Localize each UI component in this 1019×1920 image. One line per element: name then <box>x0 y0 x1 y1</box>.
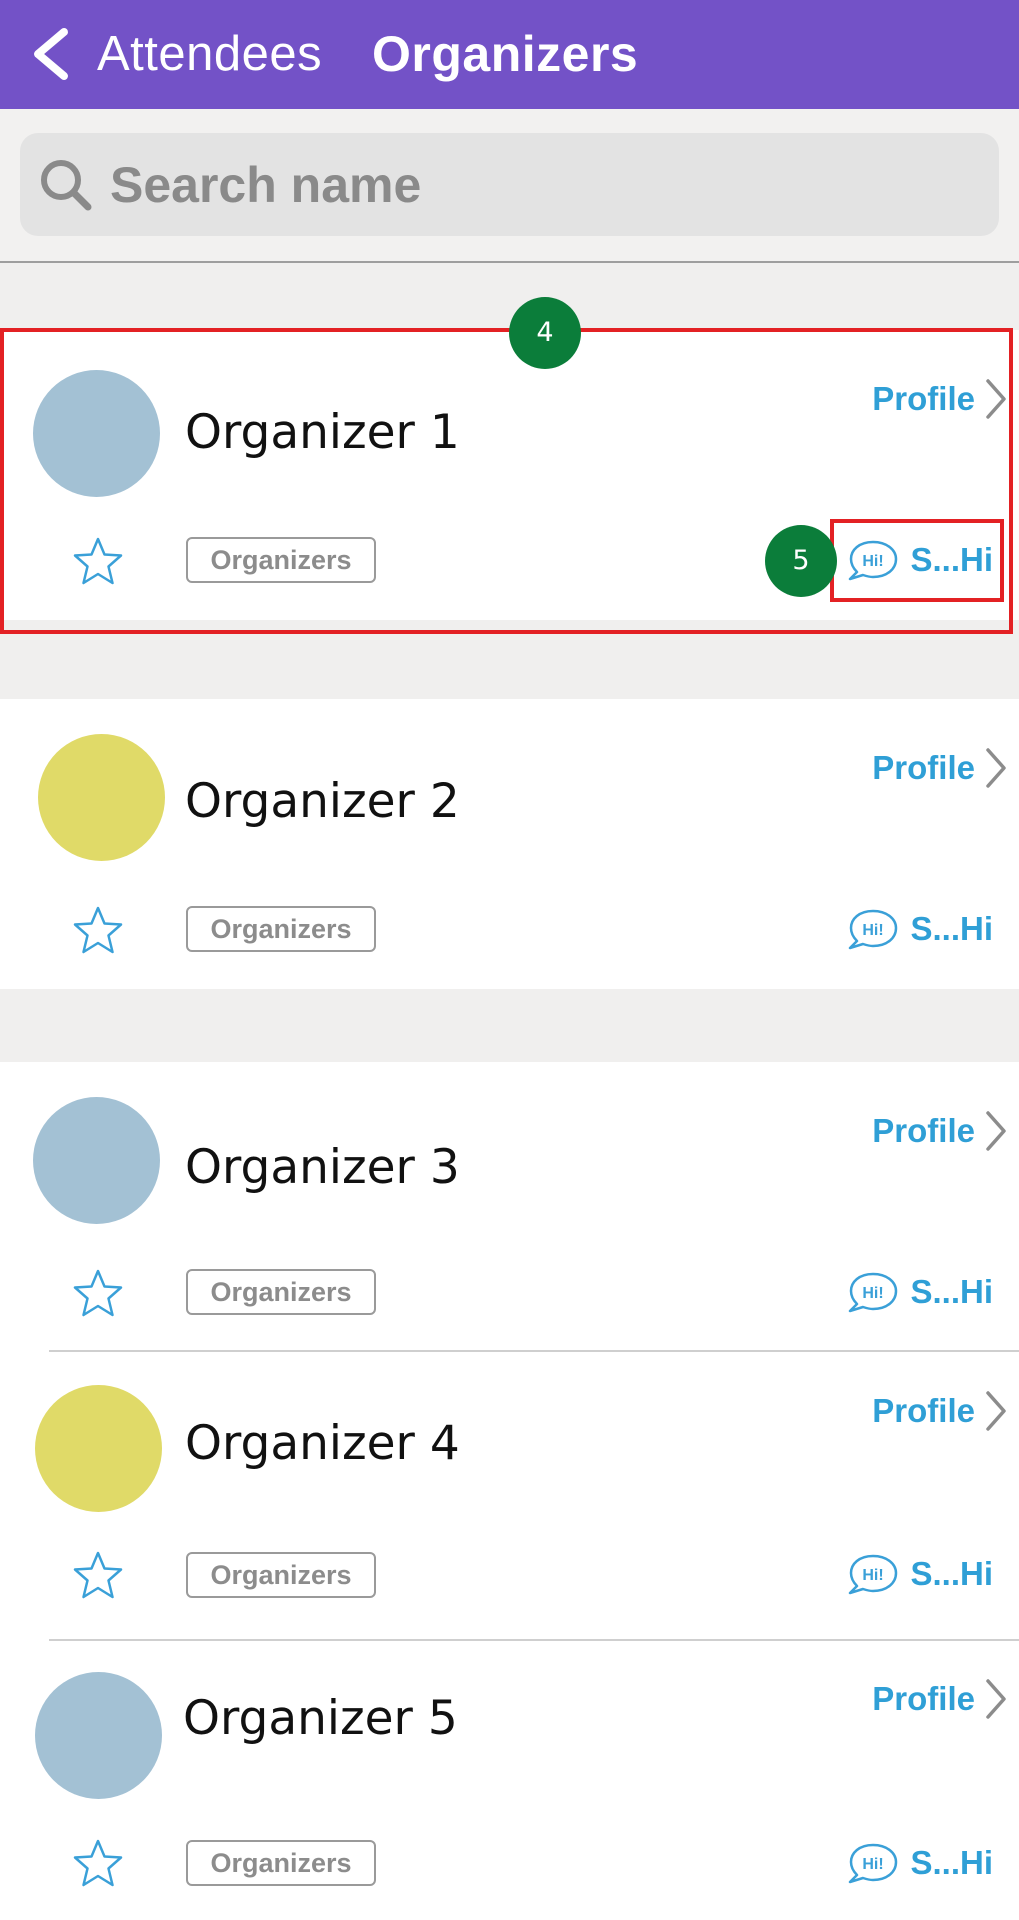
chevron-right-icon <box>986 748 1006 788</box>
profile-link[interactable]: Profile <box>872 1386 1009 1436</box>
organizer-card[interactable]: Organizer 3 Profile Organizers Hi! S...H… <box>0 1062 1019 1352</box>
search-icon <box>41 160 92 211</box>
hi-bubble-icon: Hi! <box>849 1843 898 1884</box>
role-tag: Organizers <box>186 1840 376 1886</box>
say-hi-button[interactable]: Hi! S...Hi <box>846 903 993 955</box>
organizer-name: Organizer 3 <box>185 1140 460 1195</box>
organizer-name: Organizer 5 <box>183 1691 458 1746</box>
profile-link[interactable]: Profile <box>872 1674 1009 1724</box>
highlight-box-say-hi <box>830 519 1004 602</box>
profile-label: Profile <box>872 1680 975 1717</box>
tab-organizers[interactable]: Organizers <box>372 20 638 88</box>
chevron-right-icon <box>986 1679 1006 1719</box>
svg-text:Hi!: Hi! <box>863 922 884 939</box>
say-hi-button[interactable]: Hi! S...Hi <box>846 1266 993 1318</box>
chevron-left-icon[interactable] <box>28 26 76 82</box>
organizer-name: Organizer 4 <box>185 1416 460 1471</box>
step-badge-5: 5 <box>765 525 837 597</box>
star-icon[interactable] <box>72 1268 124 1320</box>
say-hi-button[interactable]: Hi! S...Hi <box>846 1548 993 1600</box>
profile-label: Profile <box>872 1112 975 1149</box>
organizer-card[interactable]: Organizer 4 Profile Organizers Hi! S...H… <box>0 1352 1019 1642</box>
avatar[interactable] <box>38 734 165 861</box>
say-hi-label: S...Hi <box>910 1273 993 1310</box>
profile-link[interactable]: Profile <box>872 743 1009 793</box>
say-hi-label: S...Hi <box>910 1555 993 1592</box>
organizer-card[interactable]: Organizer 5 Profile Organizers Hi! S...H… <box>0 1641 1019 1920</box>
role-tag: Organizers <box>186 906 376 952</box>
svg-text:Hi!: Hi! <box>863 1856 884 1873</box>
say-hi-label: S...Hi <box>910 910 993 947</box>
step-badge-4: 4 <box>509 297 581 369</box>
profile-label: Profile <box>872 749 975 786</box>
hi-bubble-icon: Hi! <box>849 1272 898 1313</box>
star-icon[interactable] <box>72 1838 124 1890</box>
hi-bubble-icon: Hi! <box>849 909 898 950</box>
search-box[interactable] <box>20 133 999 236</box>
chevron-right-icon <box>986 1111 1006 1151</box>
profile-link[interactable]: Profile <box>872 1106 1009 1156</box>
role-tag: Organizers <box>186 1269 376 1315</box>
star-icon[interactable] <box>72 905 124 957</box>
say-hi-label: S...Hi <box>910 1844 993 1881</box>
profile-label: Profile <box>872 1392 975 1429</box>
avatar[interactable] <box>35 1672 162 1799</box>
hi-bubble-icon: Hi! <box>849 1554 898 1595</box>
svg-text:Hi!: Hi! <box>863 1567 884 1584</box>
star-icon[interactable] <box>72 1550 124 1602</box>
say-hi-button[interactable]: Hi! S...Hi <box>846 1837 993 1889</box>
top-nav-bar: Attendees Organizers <box>0 0 1019 109</box>
tab-attendees[interactable]: Attendees <box>97 20 322 88</box>
role-tag: Organizers <box>186 1552 376 1598</box>
organizer-card[interactable]: Organizer 2 Profile Organizers Hi! S...H… <box>0 699 1019 989</box>
avatar[interactable] <box>35 1385 162 1512</box>
avatar[interactable] <box>33 1097 160 1224</box>
search-bar-container <box>0 109 1019 263</box>
svg-text:Hi!: Hi! <box>863 1285 884 1302</box>
chevron-right-icon <box>986 1391 1006 1431</box>
search-input[interactable] <box>108 149 972 221</box>
organizer-name: Organizer 2 <box>185 774 460 829</box>
